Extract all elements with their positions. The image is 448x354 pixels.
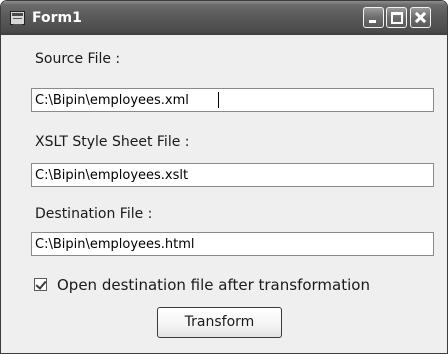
- checkmark-icon: [35, 278, 47, 290]
- close-icon: [411, 8, 430, 27]
- form1-window: Form1 Source File : XSLT Style Sheet Fil…: [0, 0, 448, 354]
- destination-file-input[interactable]: [31, 232, 434, 256]
- source-file-label: Source File :: [35, 51, 121, 67]
- window-title: Form1: [32, 10, 82, 26]
- form-window-icon[interactable]: [10, 11, 25, 25]
- open-after-label[interactable]: Open destination file after transformati…: [57, 276, 370, 294]
- minimize-icon: [369, 20, 376, 23]
- close-button[interactable]: [410, 7, 431, 28]
- source-file-input[interactable]: [31, 88, 434, 112]
- text-caret: [218, 92, 219, 108]
- title-bar[interactable]: Form1: [1, 1, 447, 35]
- maximize-button[interactable]: [386, 7, 407, 28]
- destination-file-label: Destination File :: [35, 206, 153, 222]
- transform-button[interactable]: Transform: [157, 307, 282, 338]
- minimize-button[interactable]: [363, 7, 384, 28]
- maximize-icon: [391, 12, 403, 24]
- xslt-file-label: XSLT Style Sheet File :: [35, 134, 190, 150]
- xslt-file-input[interactable]: [31, 163, 434, 187]
- open-after-checkbox[interactable]: [34, 278, 47, 291]
